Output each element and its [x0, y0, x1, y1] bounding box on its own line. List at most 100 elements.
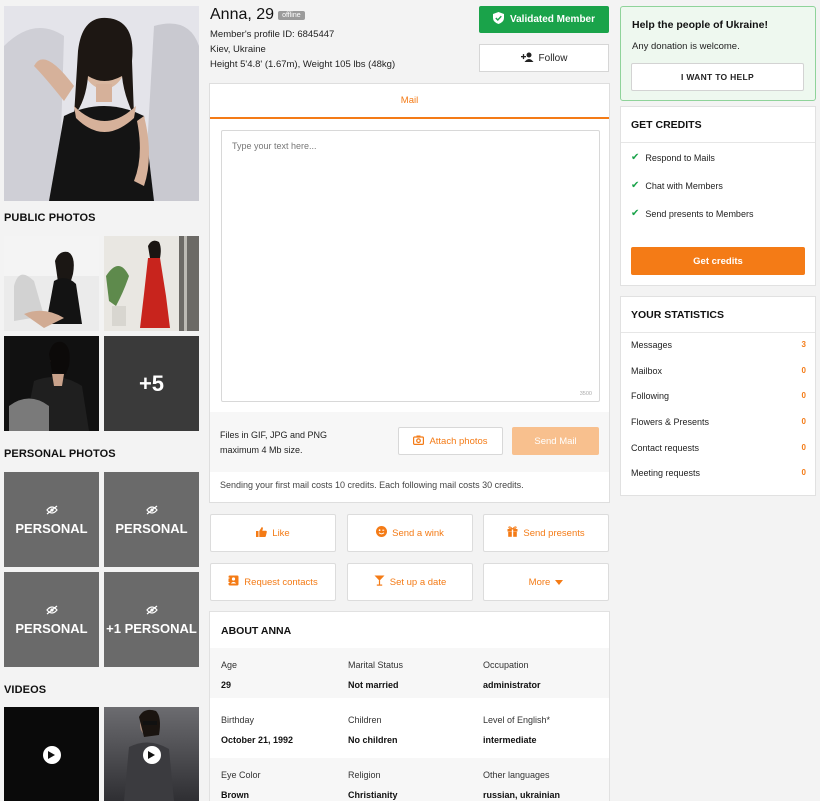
like-button[interactable]: Like — [210, 514, 336, 552]
send-mail-button[interactable]: Send Mail — [512, 427, 599, 455]
mail-footer: Files in GIF, JPG and PNG maximum 4 Mb s… — [210, 412, 609, 472]
stat-row[interactable]: Flowers & Presents 0 — [631, 417, 806, 427]
about-cell: Level of English* intermediate — [483, 715, 550, 745]
about-label: Age — [221, 660, 238, 670]
personal-label: PERSONAL — [15, 621, 88, 636]
contact-card-icon — [228, 575, 239, 589]
wink-icon — [376, 526, 388, 540]
more-actions-button[interactable]: More — [483, 563, 609, 601]
public-photo-thumb[interactable] — [104, 236, 199, 331]
personal-photo-tile[interactable]: PERSONAL — [104, 472, 199, 567]
gift-icon — [507, 526, 518, 540]
statistics-panel: YOUR STATISTICS Messages 3 Mailbox 0 Fol… — [620, 296, 816, 496]
mail-placeholder: Type your text here... — [232, 141, 317, 151]
mail-textarea[interactable]: Type your text here... 3500 — [221, 130, 600, 402]
shield-check-icon — [492, 12, 504, 27]
ukraine-text: Any donation is welcome. — [632, 41, 740, 52]
profile-height-weight: Height 5'4.8' (1.67m), Weight 105 lbs (4… — [210, 59, 396, 70]
videos-title: VIDEOS — [4, 684, 47, 696]
about-cell: Other languages russian, ukrainian — [483, 770, 560, 800]
about-label: Other languages — [483, 770, 550, 780]
profile-name: Anna, 29 — [210, 6, 275, 23]
thumbs-up-icon — [256, 526, 268, 540]
about-value: russian, ukrainian — [483, 790, 561, 800]
about-label: Level of English* — [483, 715, 551, 725]
about-label: Marital Status — [348, 660, 404, 670]
mail-panel: Mail Type your text here... 3500 Files i… — [209, 83, 610, 503]
about-row: Eye Color Brown Religion Christianity Ot… — [210, 758, 609, 801]
request-contacts-button[interactable]: Request contacts — [210, 563, 336, 601]
files-note-line: Files in GIF, JPG and PNG — [220, 430, 328, 440]
feature-label: Send presents to Members — [645, 208, 754, 219]
about-value: No children — [348, 735, 398, 745]
like-label: Like — [272, 527, 290, 539]
about-value: October 21, 1992 — [221, 735, 294, 745]
follow-button[interactable]: Follow — [479, 44, 609, 72]
get-credits-panel: GET CREDITS ✔ Respond to Mails ✔ Chat wi… — [620, 106, 816, 286]
personal-more-tile[interactable]: +1 PERSONAL — [104, 572, 199, 667]
more-photos-count: +5 — [138, 370, 165, 396]
public-photo-thumb[interactable] — [4, 336, 99, 431]
profile-main-photo[interactable] — [4, 6, 199, 201]
video-thumb[interactable] — [104, 707, 199, 801]
check-icon: ✔ — [631, 180, 640, 191]
about-cell: Marital Status Not married — [348, 660, 403, 690]
send-presents-button[interactable]: Send presents — [483, 514, 609, 552]
stat-value: 0 — [801, 443, 806, 452]
stat-label: Messages — [631, 340, 673, 350]
video-thumb[interactable] — [4, 707, 99, 801]
feature-label: Chat with Members — [645, 180, 723, 191]
about-title: ABOUT ANNA — [221, 625, 292, 637]
about-label: Occupation — [483, 660, 529, 670]
char-limit: 3500 — [579, 391, 592, 397]
stat-label: Flowers & Presents — [631, 417, 710, 427]
send-wink-button[interactable]: Send a wink — [347, 514, 473, 552]
credits-feature: ✔ Send presents to Members — [631, 208, 753, 219]
about-cell: Age 29 — [221, 660, 237, 690]
personal-photo-tile[interactable]: PERSONAL — [4, 472, 99, 567]
stat-value: 3 — [801, 340, 806, 349]
credits-feature: ✔ Chat with Members — [631, 180, 723, 191]
want-to-help-button[interactable]: I WANT TO HELP — [631, 63, 804, 91]
play-icon[interactable] — [42, 745, 61, 764]
eye-slash-icon — [145, 603, 158, 618]
credits-feature: ✔ Respond to Mails — [631, 152, 715, 163]
about-value: 29 — [221, 680, 232, 690]
date-label: Set up a date — [389, 576, 447, 588]
personal-photo-tile[interactable]: PERSONAL — [4, 572, 99, 667]
eye-slash-icon — [145, 503, 158, 518]
wink-label: Send a wink — [392, 527, 444, 539]
tab-mail[interactable]: Mail — [210, 84, 609, 119]
get-credits-button[interactable]: Get credits — [631, 247, 805, 275]
camera-icon — [413, 435, 425, 448]
public-photo-thumb[interactable] — [4, 236, 99, 331]
set-up-date-button[interactable]: Set up a date — [347, 563, 473, 601]
personal-label: PERSONAL — [115, 521, 188, 536]
more-public-photos-tile[interactable]: +5 — [104, 336, 199, 431]
stat-label: Meeting requests — [631, 468, 701, 478]
profile-header: Anna, 29 offline — [210, 6, 305, 24]
credits-title: GET CREDITS — [631, 119, 702, 131]
status-badge: offline — [278, 10, 305, 20]
stat-row[interactable]: Meeting requests 0 — [631, 468, 806, 478]
stat-row[interactable]: Messages 3 — [631, 340, 806, 350]
check-icon: ✔ — [631, 208, 640, 219]
stat-row[interactable]: Following 0 — [631, 391, 806, 401]
files-note: Files in GIF, JPG and PNG maximum 4 Mb s… — [220, 428, 327, 458]
cocktail-icon — [374, 575, 385, 589]
validated-member-button[interactable]: Validated Member — [479, 6, 609, 33]
profile-location: Kiev, Ukraine — [210, 44, 266, 55]
about-row: Age 29 Marital Status Not married Occupa… — [210, 648, 609, 698]
stat-row[interactable]: Contact requests 0 — [631, 443, 806, 453]
about-cell: Eye Color Brown — [221, 770, 261, 800]
stat-label: Mailbox — [631, 366, 663, 376]
about-label: Religion — [348, 770, 381, 780]
play-icon[interactable] — [142, 745, 161, 764]
attach-photos-button[interactable]: Attach photos — [398, 427, 503, 455]
eye-slash-icon — [45, 603, 58, 618]
feature-label: Respond to Mails — [645, 152, 715, 163]
check-icon: ✔ — [631, 152, 640, 163]
stat-row[interactable]: Mailbox 0 — [631, 366, 806, 376]
about-value: Christianity — [348, 790, 398, 800]
about-section: ABOUT ANNA Age 29 Marital Status Not mar… — [209, 611, 610, 801]
